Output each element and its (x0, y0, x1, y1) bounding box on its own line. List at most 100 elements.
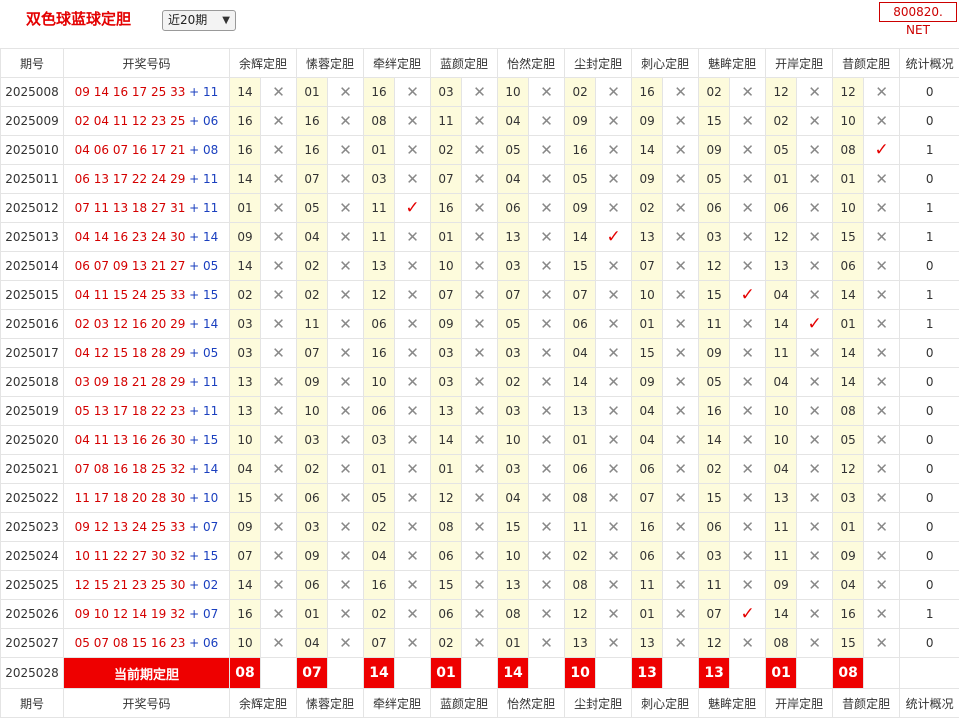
pick-cell: 06 (297, 571, 328, 600)
cross-icon: ✕ (663, 252, 699, 281)
cross-icon: ✕ (328, 223, 364, 252)
pick-cell: 15 (699, 484, 730, 513)
pick-cell: 05 (498, 136, 529, 165)
pick-cell: 04 (766, 368, 797, 397)
table-row: 202501207 11 13 18 27 31 + 1101✕05✕11✓16… (1, 194, 959, 223)
col-header-expert-2[interactable]: 愫蓉定胆 (297, 49, 364, 78)
pick-cell: 03 (699, 542, 730, 571)
pick-cell: 15 (565, 252, 596, 281)
issue-cell: 2025016 (1, 310, 64, 339)
pick-cell: 14 (699, 426, 730, 455)
pick-cell: 07 (699, 600, 730, 629)
col-header-expert-5[interactable]: 怡然定胆 (498, 49, 565, 78)
footer-expert-6[interactable]: 尘封定胆 (565, 689, 632, 718)
col-header-expert-10[interactable]: 昔颜定胆 (833, 49, 900, 78)
pick-cell: 14 (230, 571, 261, 600)
hit-count: 1 (900, 281, 959, 310)
footer-expert-10[interactable]: 昔颜定胆 (833, 689, 900, 718)
col-header-expert-6[interactable]: 尘封定胆 (565, 49, 632, 78)
table-row: 202501004 06 07 16 17 21 + 0816✕16✕01✕02… (1, 136, 959, 165)
draw-numbers: 04 12 15 18 28 29 + 05 (64, 339, 230, 368)
cross-icon: ✕ (462, 629, 498, 658)
hit-count: 0 (900, 368, 959, 397)
cross-icon: ✕ (462, 368, 498, 397)
table-row: 202502410 11 22 27 30 32 + 1507✕09✕04✕06… (1, 542, 959, 571)
brand-logo[interactable]: 800820. NET (879, 2, 957, 22)
pick-cell: 11 (297, 310, 328, 339)
pick-cell: 09 (230, 513, 261, 542)
footer-expert-2[interactable]: 愫蓉定胆 (297, 689, 364, 718)
period-select[interactable]: 近20期 ▼ (162, 10, 236, 31)
cross-icon: ✕ (797, 281, 833, 310)
cross-icon: ✕ (864, 600, 900, 629)
red-balls: 04 06 07 16 17 21 (75, 143, 186, 157)
pick-cell: 12 (833, 78, 864, 107)
pick-cell: 11 (766, 513, 797, 542)
col-header-expert-1[interactable]: 余辉定胆 (230, 49, 297, 78)
footer-expert-9[interactable]: 开岸定胆 (766, 689, 833, 718)
pick-cell: 07 (297, 165, 328, 194)
current-issue: 2025028 (1, 658, 64, 689)
plus-sign: + (185, 288, 203, 302)
cross-icon: ✕ (328, 455, 364, 484)
col-header-expert-8[interactable]: 魅眸定胆 (699, 49, 766, 78)
pick-cell: 15 (632, 339, 663, 368)
pick-cell: 02 (297, 455, 328, 484)
col-header-expert-7[interactable]: 刺心定胆 (632, 49, 699, 78)
plus-sign: + (185, 201, 203, 215)
hit-count: 1 (900, 223, 959, 252)
cross-icon: ✕ (328, 426, 364, 455)
blue-ball: 15 (203, 549, 218, 563)
hit-count: 0 (900, 165, 959, 194)
issue-cell: 2025008 (1, 78, 64, 107)
draw-numbers: 07 11 13 18 27 31 + 11 (64, 194, 230, 223)
hit-count: 0 (900, 484, 959, 513)
footer-expert-4[interactable]: 蓝颜定胆 (431, 689, 498, 718)
red-balls: 06 13 17 22 24 29 (75, 172, 186, 186)
cross-icon: ✕ (797, 542, 833, 571)
pick-cell: 05 (498, 310, 529, 339)
blank-cell (900, 658, 959, 689)
cross-icon: ✕ (797, 136, 833, 165)
cross-icon: ✕ (261, 600, 297, 629)
pick-cell: 16 (297, 136, 328, 165)
table-row: 202501106 13 17 22 24 29 + 1114✕07✕03✕07… (1, 165, 959, 194)
cross-icon: ✕ (864, 252, 900, 281)
blank-cell (328, 658, 364, 689)
draw-numbers: 10 11 22 27 30 32 + 15 (64, 542, 230, 571)
col-header-expert-3[interactable]: 牵绊定胆 (364, 49, 431, 78)
footer-expert-1[interactable]: 余辉定胆 (230, 689, 297, 718)
col-header-expert-9[interactable]: 开岸定胆 (766, 49, 833, 78)
footer-expert-8[interactable]: 魅眸定胆 (699, 689, 766, 718)
pick-cell: 12 (833, 455, 864, 484)
pick-cell: 10 (230, 426, 261, 455)
blank-cell (663, 658, 699, 689)
cross-icon: ✕ (462, 136, 498, 165)
footer-expert-7[interactable]: 刺心定胆 (632, 689, 699, 718)
footer-expert-5[interactable]: 怡然定胆 (498, 689, 565, 718)
pick-cell: 16 (364, 78, 395, 107)
pick-cell: 01 (364, 136, 395, 165)
blue-ball: 11 (203, 85, 218, 99)
issue-cell: 2025022 (1, 484, 64, 513)
issue-cell: 2025018 (1, 368, 64, 397)
cross-icon: ✕ (462, 223, 498, 252)
pick-cell: 14 (766, 310, 797, 339)
col-header-expert-4[interactable]: 蓝颜定胆 (431, 49, 498, 78)
red-balls: 04 14 16 23 24 30 (75, 230, 186, 244)
pick-cell: 14 (565, 368, 596, 397)
pick-cell: 13 (364, 252, 395, 281)
red-balls: 06 07 09 13 21 27 (75, 259, 186, 273)
blank-cell (462, 658, 498, 689)
table-row: 202500809 14 16 17 25 33 + 1114✕01✕16✕03… (1, 78, 959, 107)
pick-cell: 09 (632, 107, 663, 136)
pick-cell: 09 (699, 339, 730, 368)
footer-issue: 期号 (1, 689, 64, 718)
cross-icon: ✕ (529, 310, 565, 339)
red-balls: 07 08 16 18 25 32 (75, 462, 186, 476)
cross-icon: ✕ (797, 252, 833, 281)
footer-expert-3[interactable]: 牵绊定胆 (364, 689, 431, 718)
pick-cell: 03 (297, 513, 328, 542)
cross-icon: ✕ (529, 339, 565, 368)
pick-cell: 01 (431, 455, 462, 484)
